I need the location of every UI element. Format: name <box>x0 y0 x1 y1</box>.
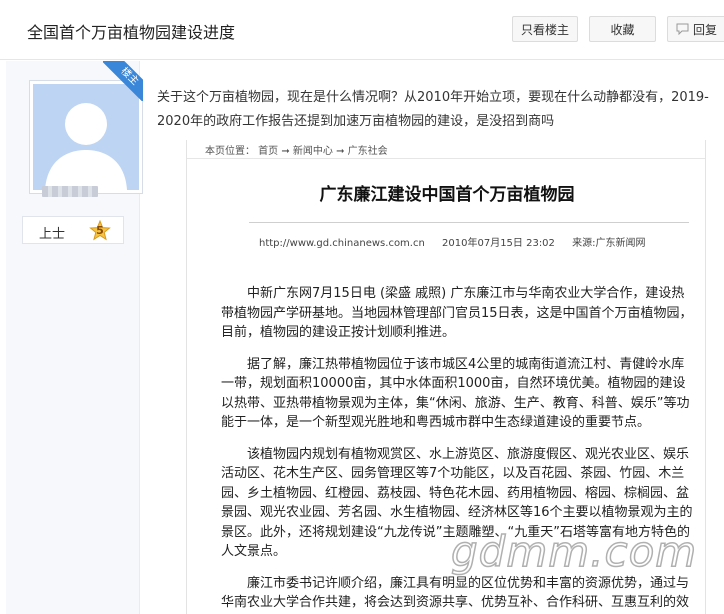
news-date: 2010年07月15日 23:02 <box>442 238 555 249</box>
news-title: 广东廉江建设中国首个万亩植物园 <box>319 185 575 205</box>
rank-star-icon: 5 <box>89 219 111 242</box>
only-op-button[interactable]: 只看楼主 <box>512 16 578 42</box>
speech-bubble-icon <box>676 23 689 35</box>
news-paragraph: 廉江市委书记许顺介绍，廉江具有明显的区位优势和丰富的资源优势，通过与华南农业大学… <box>221 575 690 611</box>
post-body: 关于这个万亩植物园，现在是什么情况啊？从2010年开始立项，要现在什么动静都没有… <box>157 90 709 129</box>
thread-header: 全国首个万亩植物园建设进度 只看楼主 收藏 回复 <box>0 0 724 60</box>
favorite-button[interactable]: 收藏 <box>589 16 656 42</box>
rank-label: 上士 <box>39 227 66 242</box>
news-paragraph: 据了解，廉江热带植物园位于该市城区4公里的城南街道流江村、青健岭水库一带，规划面… <box>221 356 690 431</box>
news-paragraph: 中新广东网7月15日电 (梁盛 戚照) 广东廉江市与华南农业大学合作，建设热带植… <box>221 286 693 340</box>
op-ribbon: 楼主 <box>103 61 143 101</box>
op-badge: 楼主 <box>103 61 143 101</box>
news-breadcrumb: 本页位置： 首页 ➞ 新闻中心 ➞ 广东社会 <box>205 146 388 157</box>
rank-box: 上士 5 <box>22 216 124 244</box>
username-blurred[interactable] <box>42 186 98 197</box>
news-divider <box>187 158 705 159</box>
rank-level: 5 <box>96 224 104 237</box>
news-source: 来源:广东新闻网 <box>572 238 646 249</box>
news-title-rule <box>249 222 689 223</box>
watermark: gdmm.com <box>450 526 698 577</box>
reply-button[interactable]: 回复 <box>667 16 724 42</box>
thread-title: 全国首个万亩植物园建设进度 <box>27 23 236 42</box>
reply-label: 回复 <box>693 22 718 37</box>
news-meta: http://www.gd.chinanews.com.cn 2010年07月1… <box>259 234 659 249</box>
news-url: http://www.gd.chinanews.com.cn <box>259 238 425 249</box>
user-sidebar: 楼主 上士 5 <box>6 61 143 614</box>
